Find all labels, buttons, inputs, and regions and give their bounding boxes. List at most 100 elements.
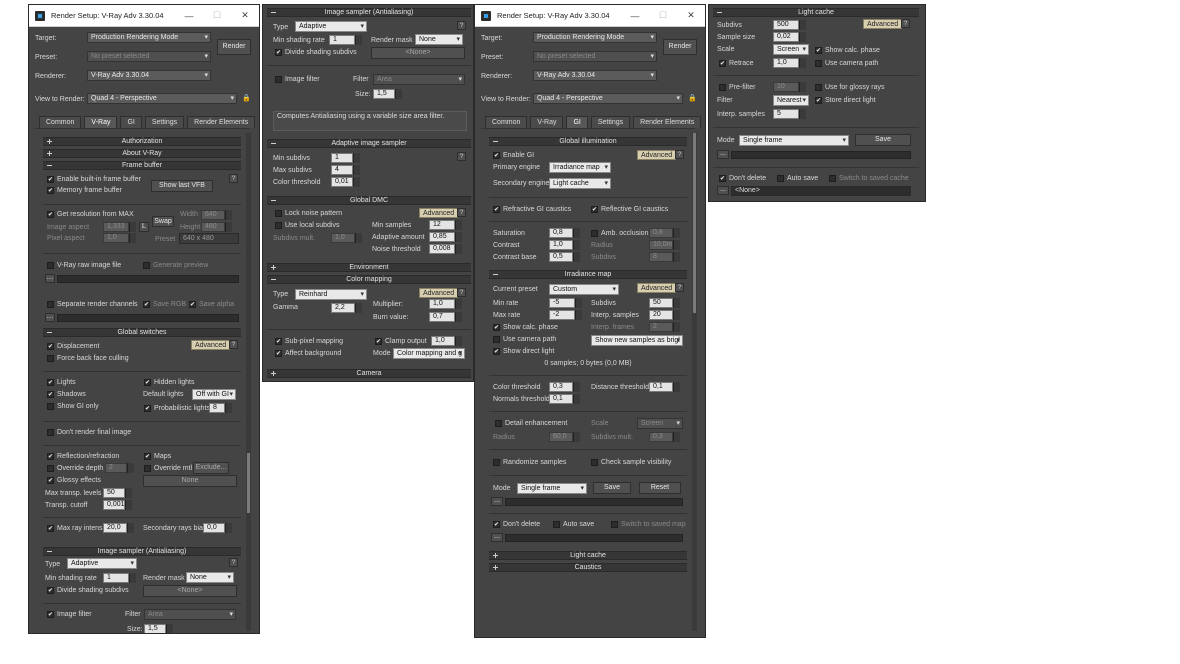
displacement-checkbox[interactable] xyxy=(47,343,54,350)
subpixel-checkbox[interactable] xyxy=(275,338,282,345)
rollout-global-illumination[interactable]: Global illumination xyxy=(489,137,687,146)
lights-checkbox[interactable] xyxy=(47,379,54,386)
tab-settings[interactable]: Settings xyxy=(590,116,631,128)
interp-samples-spinner[interactable]: 20 xyxy=(649,310,680,320)
save-alpha-checkbox[interactable] xyxy=(189,301,196,308)
rollout-environment[interactable]: Environment xyxy=(267,263,471,272)
scrollbar-thumb[interactable] xyxy=(247,453,250,513)
lc-autosave-browse-button[interactable]: ... xyxy=(717,186,729,195)
rollout-image-sampler[interactable]: Image sampler (Antialiasing) xyxy=(267,8,471,17)
amb-occ-checkbox[interactable] xyxy=(591,230,598,237)
rollout-caustics[interactable]: Caustics xyxy=(489,563,687,572)
prefilter-checkbox[interactable] xyxy=(719,84,726,91)
minimize-icon[interactable]: — xyxy=(175,11,203,21)
current-preset-dropdown[interactable]: Custom xyxy=(549,284,619,295)
im-autosave-browse-button[interactable]: ... xyxy=(491,533,503,542)
help-icon[interactable]: ? xyxy=(457,288,466,297)
prefilter-spinner[interactable]: 10 xyxy=(773,82,806,92)
use-camera-path-checkbox[interactable] xyxy=(493,336,500,343)
rollout-global-dmc[interactable]: Global DMC xyxy=(267,196,471,205)
im-subdivs-spinner[interactable]: 50 xyxy=(649,298,680,308)
scale-dropdown[interactable]: Screen xyxy=(637,418,683,429)
override-mtl-none-button[interactable]: None xyxy=(143,475,237,487)
max-rate-spinner[interactable]: -2 xyxy=(549,310,582,320)
distance-thresh-spinner[interactable]: 0,1 xyxy=(649,382,680,392)
lc-filter-dropdown[interactable]: Nearest xyxy=(773,95,809,106)
maximize-icon[interactable]: ☐ xyxy=(203,10,231,21)
min-rate-spinner[interactable]: -5 xyxy=(549,298,582,308)
help-icon[interactable]: ? xyxy=(457,208,466,217)
lc-dont-delete-checkbox[interactable] xyxy=(719,175,726,182)
advanced-toggle[interactable]: Advanced xyxy=(637,150,677,160)
maps-checkbox[interactable] xyxy=(144,453,151,460)
generate-preview-checkbox[interactable] xyxy=(143,262,150,269)
advanced-toggle[interactable]: Advanced xyxy=(419,208,459,218)
width-spinner[interactable]: 640 xyxy=(201,210,232,220)
check-visibility-checkbox[interactable] xyxy=(591,459,598,466)
min-samples-spinner[interactable]: 12 xyxy=(429,220,462,230)
size-spinner[interactable]: 1,5 xyxy=(144,624,173,633)
renderer-dropdown[interactable]: V-Ray Adv 3.30.04 xyxy=(87,70,211,81)
normals-thresh-spinner[interactable]: 0,1 xyxy=(549,394,580,404)
default-lights-dropdown[interactable]: Off with GI xyxy=(192,389,236,400)
im-browse-button[interactable]: ... xyxy=(491,497,503,506)
rollout-authorization[interactable]: Authorization xyxy=(43,137,241,146)
channels-path-field[interactable] xyxy=(57,314,239,322)
lc-scale-dropdown[interactable]: Screen xyxy=(773,44,809,55)
is-type-dropdown[interactable]: Adaptive xyxy=(67,558,137,569)
gamma-spinner[interactable]: 2,2 xyxy=(331,303,362,313)
advanced-toggle[interactable]: Advanced xyxy=(637,283,677,293)
secondary-engine-dropdown[interactable]: Light cache xyxy=(549,178,611,189)
exclude-button[interactable]: Exclude... xyxy=(193,462,229,474)
rollout-color-mapping[interactable]: Color mapping xyxy=(267,275,471,284)
help-icon[interactable]: ? xyxy=(901,19,910,28)
fb-preset-field[interactable]: 640 x 480 xyxy=(179,233,239,244)
retrace-spinner[interactable]: 1,0 xyxy=(773,58,806,68)
lc-subdivs-spinner[interactable]: 500 xyxy=(773,20,806,30)
rollout-image-sampler[interactable]: Image sampler (Antialiasing) xyxy=(43,547,241,556)
target-dropdown[interactable]: Production Rendering Mode xyxy=(87,32,211,43)
show-new-samples-dropdown[interactable]: Show new samples as brigl xyxy=(591,335,683,346)
affect-bg-checkbox[interactable] xyxy=(275,350,282,357)
renderer-dropdown[interactable]: V-Ray Adv 3.30.04 xyxy=(533,70,657,81)
rollout-about[interactable]: About V-Ray xyxy=(43,149,241,158)
max-ray-checkbox[interactable] xyxy=(47,525,54,532)
scrollbar[interactable] xyxy=(246,133,251,631)
sample-size-spinner[interactable]: 0,02 xyxy=(773,32,806,42)
tab-gi[interactable]: GI xyxy=(120,116,142,128)
sep-channels-checkbox[interactable] xyxy=(47,301,54,308)
noise-thresh-spinner[interactable]: 0,008 xyxy=(429,244,462,254)
help-icon[interactable]: ? xyxy=(457,152,466,161)
tab-settings[interactable]: Settings xyxy=(144,116,185,128)
refr-caustics-checkbox[interactable] xyxy=(493,206,500,213)
raw-path-field[interactable] xyxy=(57,275,239,283)
shadows-checkbox[interactable] xyxy=(47,391,54,398)
subdivs-mult-spinner[interactable]: 1,0 xyxy=(331,233,362,243)
tab-vray[interactable]: V-Ray xyxy=(530,116,564,128)
im-dont-delete-checkbox[interactable] xyxy=(493,521,500,528)
min-subdivs-spinner[interactable]: 1 xyxy=(331,153,360,163)
im-auto-save-checkbox[interactable] xyxy=(553,521,560,528)
refl-refr-checkbox[interactable] xyxy=(47,453,54,460)
rollout-camera[interactable]: Camera xyxy=(267,369,471,378)
transp-cutoff-spinner[interactable]: 0,001 xyxy=(103,500,132,510)
lock-icon[interactable]: 🔒 xyxy=(688,94,697,103)
show-gi-only-checkbox[interactable] xyxy=(47,403,54,410)
override-mtl-checkbox[interactable] xyxy=(144,465,151,472)
im-mode-dropdown[interactable]: Single frame xyxy=(517,483,587,494)
contrast-spinner[interactable]: 1,0 xyxy=(549,240,580,250)
rollout-adaptive-sampler[interactable]: Adaptive image sampler xyxy=(267,139,471,148)
view-dropdown[interactable]: Quad 4 - Perspective xyxy=(87,93,237,104)
image-filter-checkbox[interactable] xyxy=(47,611,54,618)
divide-checkbox[interactable] xyxy=(275,49,282,56)
secondary-bias-spinner[interactable]: 0,0 xyxy=(203,523,232,533)
divide-checkbox[interactable] xyxy=(47,587,54,594)
retrace-checkbox[interactable] xyxy=(719,60,726,67)
render-button[interactable]: Render xyxy=(663,39,697,55)
render-button[interactable]: Render xyxy=(217,39,251,55)
dont-render-checkbox[interactable] xyxy=(47,429,54,436)
prob-lights-spinner[interactable]: 8 xyxy=(209,403,232,413)
detail-subdivs-mult-spinner[interactable]: 0,3 xyxy=(649,432,680,442)
render-mask-none-button[interactable]: <None> xyxy=(143,585,237,597)
im-save-button[interactable]: Save xyxy=(593,482,631,494)
